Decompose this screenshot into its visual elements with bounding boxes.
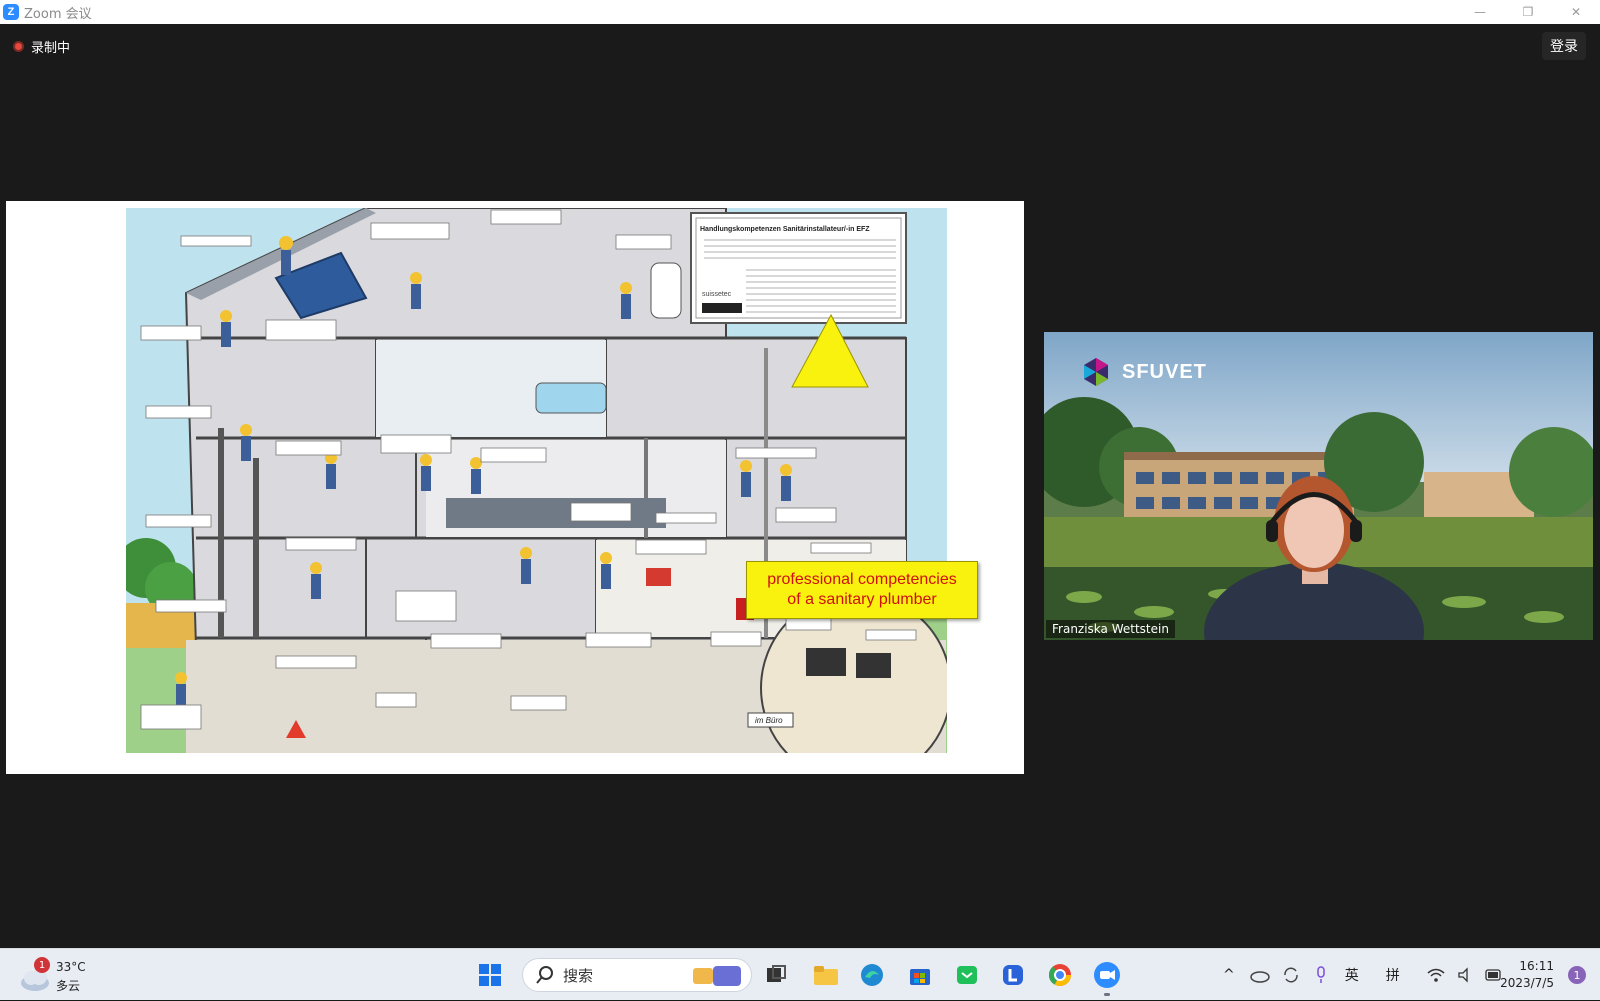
search-placeholder: 搜索 — [563, 966, 594, 985]
microphone-icon[interactable] — [1314, 966, 1328, 984]
zoom-running-indicator — [1104, 993, 1110, 996]
chat-app-icon — [957, 966, 977, 984]
start-button[interactable] — [472, 957, 508, 993]
system-tray: ^ 英 拼 — [1214, 949, 1509, 1001]
annotation-callout: professional competencies of a sanitary … — [746, 561, 978, 619]
lark-app-button[interactable] — [995, 957, 1031, 993]
callout-pointer — [791, 313, 869, 388]
chrome-icon — [1049, 964, 1071, 986]
clock-date: 2023/7/5 — [1500, 976, 1554, 990]
recording-label: 录制中 — [31, 41, 71, 56]
tray-overflow-chevron-icon[interactable]: ^ — [1223, 967, 1235, 983]
record-dot-icon — [13, 41, 24, 52]
restore-button[interactable]: ❐ — [1504, 0, 1552, 24]
l-app-icon — [1003, 965, 1023, 985]
meeting-stage: 录制中 登录 Handlungskompetenzen Sanitärinsta… — [0, 24, 1600, 948]
callout-line-2: of a sanitary plumber — [787, 591, 937, 608]
callout-line-1: professional competencies — [767, 571, 957, 588]
taskbar: 1 33°C 多云 搜索 ^ 英 拼 16:11 2023/7/5 1 — [0, 948, 1600, 1000]
weather-widget[interactable]: 1 33°C 多云 — [18, 957, 98, 995]
notification-badge[interactable]: 1 — [1568, 966, 1586, 984]
task-view-button[interactable] — [758, 957, 794, 993]
zoom-app-button[interactable] — [1089, 957, 1125, 993]
zoom-logo-icon: Z — [3, 4, 19, 20]
wechat-button[interactable] — [949, 957, 985, 993]
participant-name: Franziska Wettstein — [1046, 620, 1175, 638]
store-icon — [910, 969, 930, 985]
volume-icon[interactable] — [1457, 967, 1473, 983]
taskbar-clock[interactable]: 16:11 2023/7/5 — [1500, 958, 1554, 992]
microsoft-store-button[interactable] — [902, 957, 938, 993]
shared-screen: Handlungskompetenzen Sanitärinstallateur… — [6, 201, 1024, 774]
sfuvet-brand: SFUVET — [1080, 356, 1207, 388]
brand-name: SFUVET — [1122, 360, 1207, 383]
folder-icon — [814, 966, 838, 985]
taskbar-search[interactable]: 搜索 — [522, 958, 752, 992]
task-view-icon — [767, 965, 786, 982]
edge-browser-button[interactable] — [854, 957, 890, 993]
sfuvet-logo-icon — [1084, 358, 1108, 386]
chrome-button[interactable] — [1042, 957, 1078, 993]
recording-indicator[interactable]: 录制中 — [13, 37, 70, 56]
onedrive-cloud-icon[interactable] — [1249, 967, 1270, 983]
sync-icon[interactable] — [1282, 966, 1300, 984]
weather-temp: 33°C — [56, 960, 86, 974]
input-language-indicator[interactable]: 英 — [1345, 965, 1359, 985]
edge-icon — [861, 964, 883, 986]
weather-badge: 1 — [34, 957, 50, 973]
close-button[interactable]: ✕ — [1552, 0, 1600, 24]
search-icon — [536, 966, 553, 984]
wifi-icon[interactable] — [1427, 967, 1445, 983]
windows-logo-icon — [479, 964, 501, 986]
weather-desc: 多云 — [56, 979, 81, 993]
login-button[interactable]: 登录 — [1542, 32, 1586, 60]
window-controls: — ❐ ✕ — [1456, 0, 1600, 24]
window-titlebar: Z Zoom 会议 — ❐ ✕ — [0, 0, 1600, 24]
file-explorer-button[interactable] — [808, 957, 844, 993]
ime-mode-indicator[interactable]: 拼 — [1386, 965, 1400, 985]
search-highlight-icon — [693, 966, 741, 986]
clock-time: 16:11 — [1519, 959, 1554, 973]
minimize-button[interactable]: — — [1456, 0, 1504, 24]
zoom-icon — [1094, 962, 1120, 988]
window-title: Zoom 会议 — [24, 6, 92, 22]
participant-video[interactable]: SFUVET Franziska Wettstein — [1044, 332, 1593, 640]
